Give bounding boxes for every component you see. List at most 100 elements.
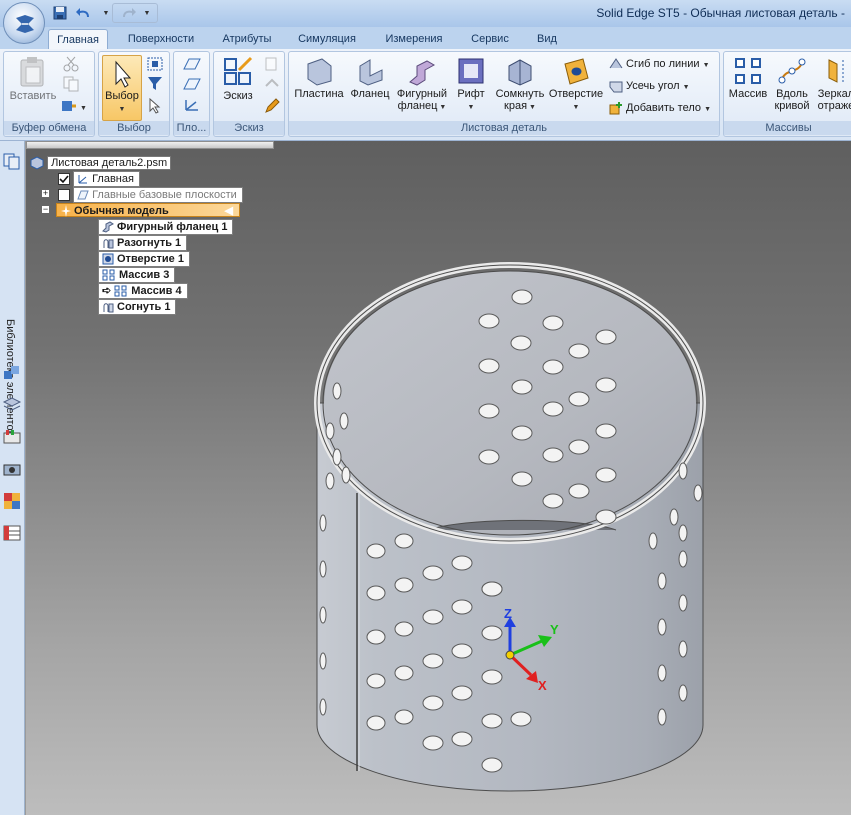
select-group-label: Выбор xyxy=(99,121,169,135)
add-body-button[interactable]: Добавить тело ▼ xyxy=(609,99,711,117)
analysis-icon[interactable] xyxy=(2,491,22,511)
pattern-along-curve-label-1: Вдоль xyxy=(776,88,808,100)
select-tool-icon[interactable] xyxy=(147,97,165,117)
feature-library-icon[interactable] xyxy=(2,151,22,171)
save-icon[interactable] xyxy=(50,3,70,23)
perforated-cylinder-model[interactable] xyxy=(26,141,851,815)
application-button[interactable] xyxy=(3,2,45,44)
cut-icon[interactable] xyxy=(62,56,80,75)
planes-group: Пло... xyxy=(173,51,210,137)
camera-icon[interactable] xyxy=(2,459,22,479)
rib-icon xyxy=(458,58,484,84)
flange-label: Фланец xyxy=(350,88,390,100)
mirror-button[interactable]: Зеркал отраже xyxy=(814,56,851,112)
axis-x-label: X xyxy=(538,678,547,693)
tab-measurements[interactable]: Измерения xyxy=(376,29,452,49)
pattern-button[interactable]: Массив xyxy=(726,56,770,100)
clipboard-group-label: Буфер обмена xyxy=(4,121,94,135)
tab-simulation[interactable]: Симуляция xyxy=(290,29,364,49)
sketch-copy-icon[interactable] xyxy=(264,56,280,75)
patterns-group: Массив Вдоль кривой Зеркал отраже Массив… xyxy=(723,51,851,137)
paste-label: Вставить xyxy=(9,90,57,102)
pattern-icon xyxy=(735,58,761,84)
close-corner-label-2: края xyxy=(504,100,528,112)
variable-table-icon[interactable] xyxy=(2,523,22,543)
sketch-button[interactable]: Эскиз xyxy=(217,56,259,102)
copy-icon[interactable] xyxy=(62,76,80,95)
cut-corner-label: Усечь угол xyxy=(626,80,680,92)
contour-flange-label-2: фланец xyxy=(397,100,438,112)
tab-surfaces[interactable]: Поверхности xyxy=(118,29,204,49)
graphics-viewport[interactable]: Листовая деталь2.psm Главная + Главные б… xyxy=(26,141,851,815)
bend-along-line-button[interactable]: Сгиб по линии ▼ xyxy=(609,55,710,73)
clipboard-group: Вставить ▼ Буфер обмена xyxy=(3,51,95,137)
hole-button[interactable]: Отверстие ▼ xyxy=(547,56,605,114)
tab-home[interactable]: Главная xyxy=(48,29,108,49)
redo-icon[interactable]: ▼ xyxy=(112,3,158,23)
sketch-group: Эскиз Эскиз xyxy=(213,51,285,137)
bend-along-line-icon xyxy=(609,58,623,69)
sheet-metal-group: Пластина Фланец Фигурный фланец ▼ Рифт ▼ … xyxy=(288,51,720,137)
format-painter-icon[interactable]: ▼ xyxy=(60,98,90,117)
pattern-along-curve-icon xyxy=(778,58,806,84)
ribbon-tabs: Главная Поверхности Атрибуты Симуляция И… xyxy=(0,27,851,49)
flange-icon xyxy=(359,59,383,86)
close-corner-button[interactable]: Сомкнуть края ▼ xyxy=(491,56,549,114)
window-title: Solid Edge ST5 - Обычная листовая деталь… xyxy=(596,6,845,20)
cursor-arrow-icon xyxy=(115,60,132,88)
contour-flange-label-1: Фигурный xyxy=(396,88,448,100)
sketch-group-label: Эскиз xyxy=(214,121,284,135)
pattern-label: Массив xyxy=(728,88,768,100)
undo-icon[interactable] xyxy=(74,3,94,23)
contour-flange-icon xyxy=(409,60,436,86)
assembly-icon[interactable] xyxy=(2,363,22,383)
filter-icon[interactable] xyxy=(147,76,165,95)
planes-group-label: Пло... xyxy=(174,121,209,135)
mirror-icon xyxy=(828,59,844,84)
add-body-icon xyxy=(609,102,622,115)
title-bar: ▼ ▼ Solid Edge ST5 - Обычная листовая де… xyxy=(0,0,851,27)
rib-button[interactable]: Рифт ▼ xyxy=(451,56,491,114)
mirror-label-2: отраже xyxy=(817,100,851,112)
rib-label: Рифт xyxy=(457,88,485,100)
close-corner-label-1: Сомкнуть xyxy=(495,88,545,100)
sketch-link-icon[interactable] xyxy=(264,76,280,95)
plate-label: Пластина xyxy=(294,88,344,100)
sheet-metal-group-label: Листовая деталь xyxy=(289,121,719,135)
plane-angle-icon[interactable] xyxy=(182,76,202,95)
paste-button[interactable]: Вставить xyxy=(8,56,58,102)
mirror-label-1: Зеркал xyxy=(817,88,851,100)
bend-along-line-label: Сгиб по линии xyxy=(626,58,700,70)
flange-button[interactable]: Фланец xyxy=(347,56,393,100)
layers-icon[interactable] xyxy=(2,395,22,415)
sketch-label: Эскиз xyxy=(223,90,253,102)
svg-text:▼: ▼ xyxy=(80,105,87,112)
plate-button[interactable]: Пластина xyxy=(292,56,346,100)
left-toolbar: Библиотека элементов xyxy=(0,141,25,815)
patterns-group-label: Массивы xyxy=(724,121,851,135)
axis-z-label: Z xyxy=(504,606,512,621)
cut-corner-icon xyxy=(609,81,623,93)
cut-corner-button[interactable]: Усечь угол ▼ xyxy=(609,77,690,95)
select-box-icon[interactable] xyxy=(147,56,165,75)
add-body-label: Добавить тело xyxy=(626,102,701,114)
coordinate-system-icon[interactable] xyxy=(182,98,202,117)
pencil-icon[interactable] xyxy=(264,98,280,117)
hole-label: Отверстие xyxy=(548,88,604,100)
hole-icon xyxy=(564,58,589,85)
tab-attributes[interactable]: Атрибуты xyxy=(214,29,280,49)
tab-view[interactable]: Вид xyxy=(528,29,566,49)
close-corner-icon xyxy=(508,59,532,86)
plate-icon xyxy=(307,58,332,86)
pattern-along-curve-button[interactable]: Вдоль кривой xyxy=(770,56,814,112)
contour-flange-button[interactable]: Фигурный фланец ▼ xyxy=(393,56,451,114)
select-label: Выбор xyxy=(105,90,139,102)
plane-icon[interactable] xyxy=(182,56,202,75)
sensors-icon[interactable] xyxy=(2,427,22,447)
select-button[interactable]: Выбор ▼ xyxy=(102,55,142,121)
sketch-icon xyxy=(224,56,253,85)
select-group: Выбор ▼ Выбор xyxy=(98,51,170,137)
tab-tools[interactable]: Сервис xyxy=(462,29,518,49)
axis-y-label: Y xyxy=(550,622,559,637)
ribbon: Вставить ▼ Буфер обмена Выбор ▼ Выбор Пло… xyxy=(0,49,851,141)
